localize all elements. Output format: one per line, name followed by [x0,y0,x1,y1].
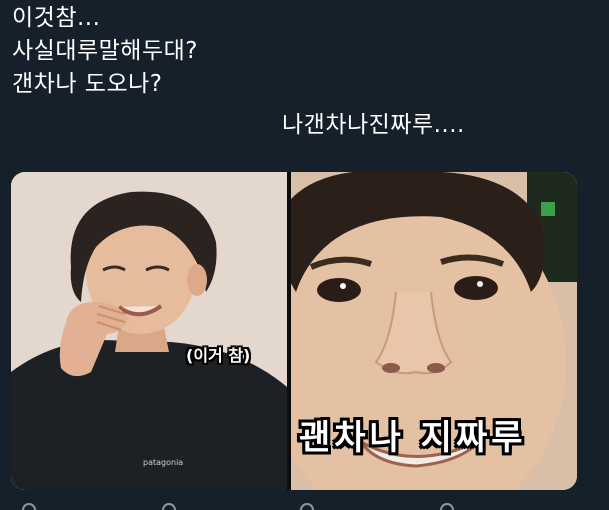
photo-laughing[interactable]: (이거 참) patagonia [11,172,287,490]
tweet-line-4: 나갠차나진짜루.... [282,112,465,138]
share-icon[interactable] [440,503,454,510]
photo-closeup[interactable]: 괜차나 지짜루 [291,172,577,490]
caption-right: 괜차나 지짜루 [299,418,527,458]
tweet-text: 이것참... 사실대루말해두대? 갠차나 도오나? 나갠차나진짜루.... [12,2,597,142]
like-icon[interactable] [300,503,314,510]
photo-laughing-illustration [11,172,287,490]
tweet-media[interactable]: (이거 참) patagonia 괜차나 지짜루 [11,172,577,490]
reply-icon[interactable] [22,503,36,510]
tweet-line-1: 이것참... [12,5,101,31]
tweet-line-3: 갠차나 도오나? [12,71,163,97]
tweet-line-2: 사실대루말해두대? [12,38,198,64]
shirt-logo: patagonia [143,458,184,467]
retweet-icon[interactable] [162,503,176,510]
caption-left: (이거 참) [186,346,251,365]
